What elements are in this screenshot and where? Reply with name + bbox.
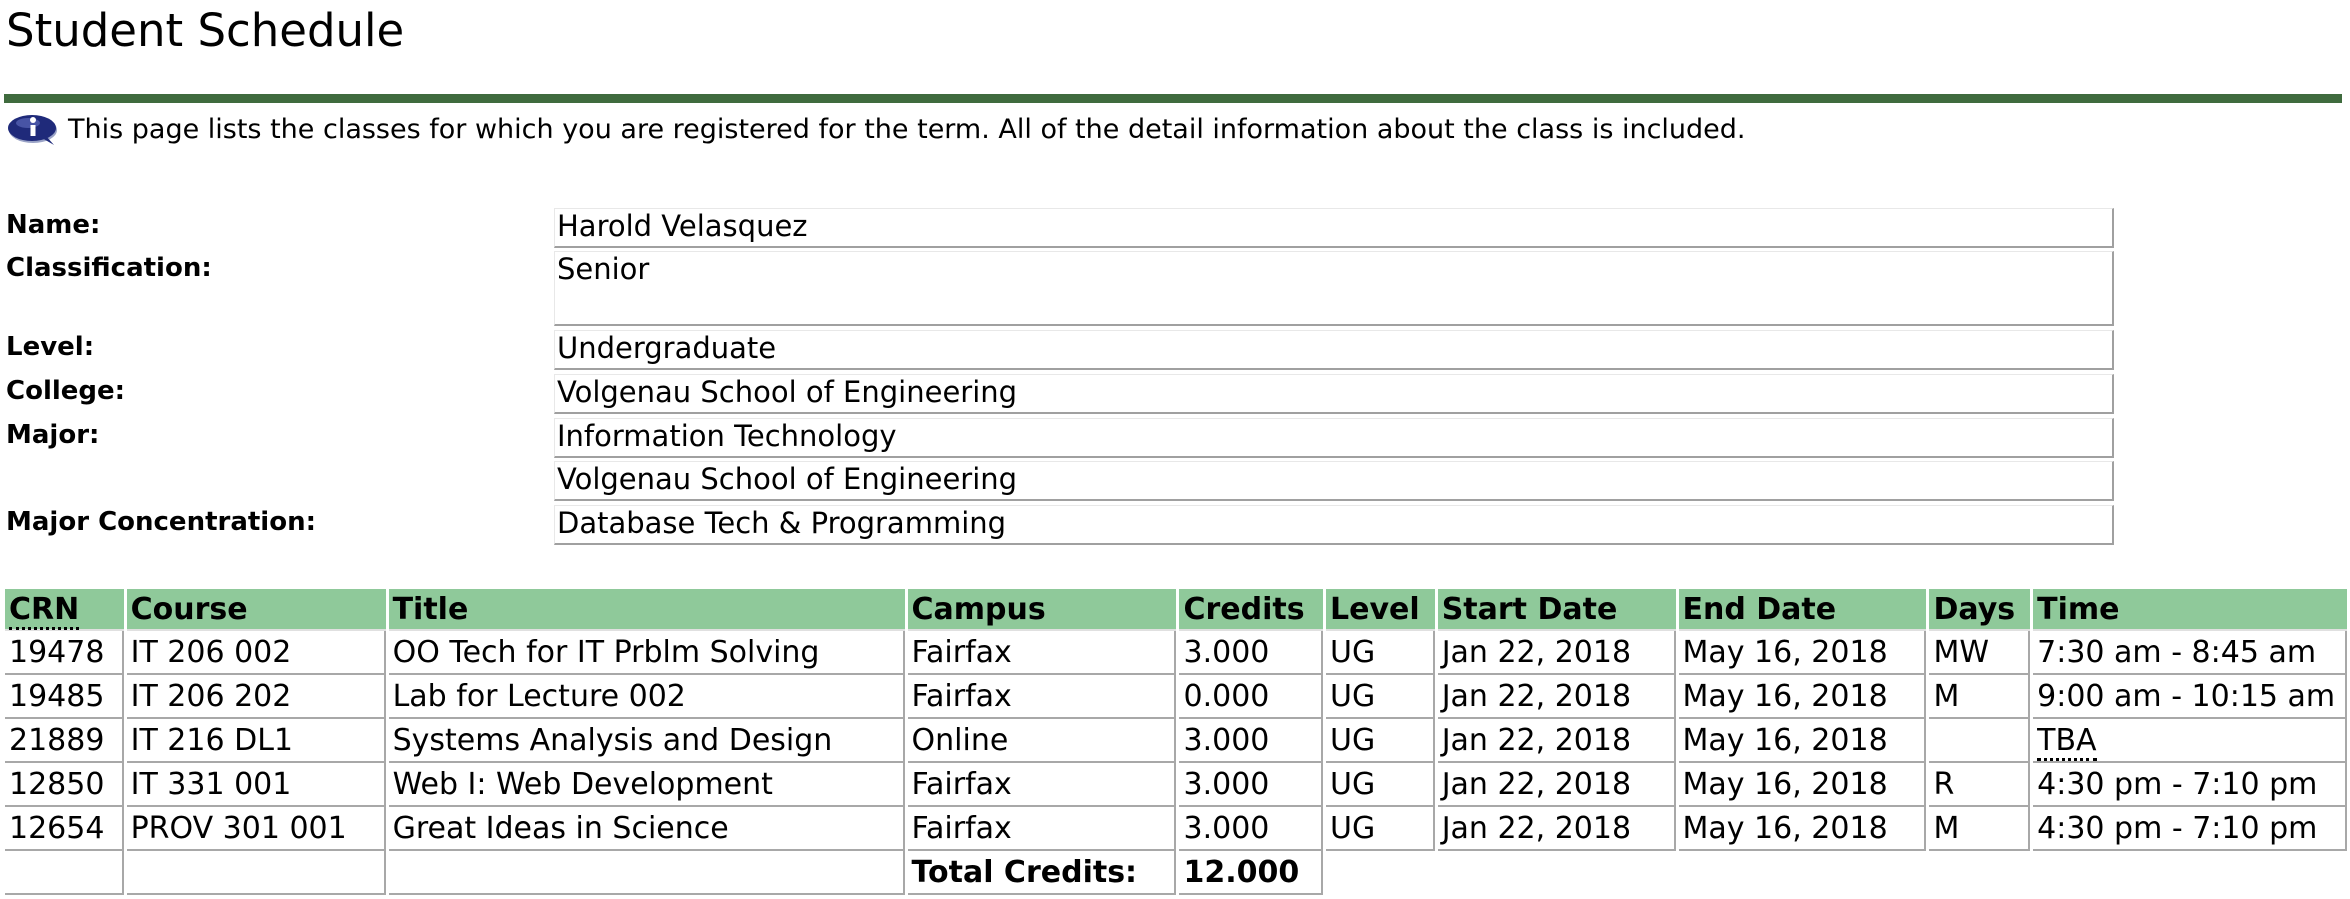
col-header-end-date: End Date [1678,589,1927,631]
cell-crn: 19485 [5,675,124,719]
col-header-course: Course [126,589,386,631]
col-header-credits: Credits [1179,589,1324,631]
cell-time: TBA [2033,719,2347,763]
cell-days: M [1929,675,2031,719]
col-header-start-date: Start Date [1437,589,1676,631]
cell-title: Web I: Web Development [388,763,905,807]
name-value: Harold Velasquez [554,208,2114,248]
cell-crn: 12850 [5,763,124,807]
name-label: Name: [6,210,101,240]
cell-level: UG [1326,807,1435,851]
college-label: College: [6,376,126,406]
schedule-header-row: CRN Course Title Campus Credits Level St… [5,589,2347,631]
total-credits-value: 12.000 [1179,851,1324,895]
cell-days: MW [1929,631,2031,675]
cell-level: UG [1326,763,1435,807]
info-message: This page lists the classes for which yo… [6,111,1746,147]
col-header-title: Title [388,589,905,631]
col-header-time: Time [2033,589,2347,631]
page-title: Student Schedule [6,4,405,57]
cell-days: M [1929,807,2031,851]
cell-course: IT 331 001 [126,763,386,807]
cell-credits: 3.000 [1179,631,1324,675]
cell-end-date: May 16, 2018 [1678,807,1927,851]
cell-campus: Fairfax [907,675,1177,719]
classification-label: Classification: [6,253,212,283]
table-row: 19478 IT 206 002 OO Tech for IT Prblm So… [5,631,2347,675]
table-row: 19485 IT 206 202 Lab for Lecture 002 Fai… [5,675,2347,719]
cell-course: IT 206 002 [126,631,386,675]
college-value: Volgenau School of Engineering [554,374,2114,414]
table-row: 12850 IT 331 001 Web I: Web Development … [5,763,2347,807]
total-row: Total Credits: 12.000 [5,851,2347,895]
cell-credits: 3.000 [1179,763,1324,807]
cell-start-date: Jan 22, 2018 [1437,807,1676,851]
cell-crn: 12654 [5,807,124,851]
cell-campus: Fairfax [907,631,1177,675]
col-header-days: Days [1929,589,2031,631]
major-value: Information Technology [554,418,2114,458]
cell-end-date: May 16, 2018 [1678,631,1927,675]
info-icon [6,111,60,147]
cell-start-date: Jan 22, 2018 [1437,719,1676,763]
cell-title: OO Tech for IT Prblm Solving [388,631,905,675]
cell-end-date: May 16, 2018 [1678,763,1927,807]
cell-credits: 3.000 [1179,719,1324,763]
cell-campus: Online [907,719,1177,763]
cell-start-date: Jan 22, 2018 [1437,631,1676,675]
cell-crn: 21889 [5,719,124,763]
cell-level: UG [1326,675,1435,719]
schedule-table: CRN Course Title Campus Credits Level St… [2,589,2350,895]
cell-crn: 19478 [5,631,124,675]
cell-start-date: Jan 22, 2018 [1437,675,1676,719]
cell-campus: Fairfax [907,807,1177,851]
level-label: Level: [6,332,95,362]
cell-level: UG [1326,631,1435,675]
cell-title: Great Ideas in Science [388,807,905,851]
table-row: 12654 PROV 301 001 Great Ideas in Scienc… [5,807,2347,851]
tba-abbr: TBA [2037,722,2097,761]
col-header-crn: CRN [5,589,124,631]
major-label: Major: [6,420,100,450]
cell-title: Lab for Lecture 002 [388,675,905,719]
cell-end-date: May 16, 2018 [1678,675,1927,719]
cell-time: 9:00 am - 10:15 am [2033,675,2347,719]
empty-cell [126,851,386,895]
level-value: Undergraduate [554,330,2114,370]
table-row: 21889 IT 216 DL1 Systems Analysis and De… [5,719,2347,763]
cell-time: 7:30 am - 8:45 am [2033,631,2347,675]
cell-title: Systems Analysis and Design [388,719,905,763]
cell-days [1929,719,2031,763]
cell-level: UG [1326,719,1435,763]
crn-abbr: CRN [9,591,80,630]
col-header-campus: Campus [907,589,1177,631]
classification-value: Senior [554,251,2114,326]
cell-time: 4:30 pm - 7:10 pm [2033,807,2347,851]
col-header-level: Level [1326,589,1435,631]
concentration-label: Major Concentration: [6,507,316,537]
total-credits-label: Total Credits: [907,851,1177,895]
cell-course: IT 206 202 [126,675,386,719]
empty-cell [388,851,905,895]
info-text: This page lists the classes for which yo… [68,113,1746,145]
title-divider [4,94,2342,103]
cell-campus: Fairfax [907,763,1177,807]
concentration-value: Database Tech & Programming [554,505,2114,545]
empty-cell [5,851,124,895]
cell-course: IT 216 DL1 [126,719,386,763]
cell-days: R [1929,763,2031,807]
cell-start-date: Jan 22, 2018 [1437,763,1676,807]
cell-end-date: May 16, 2018 [1678,719,1927,763]
major-college-value: Volgenau School of Engineering [554,461,2114,501]
cell-course: PROV 301 001 [126,807,386,851]
cell-credits: 0.000 [1179,675,1324,719]
cell-credits: 3.000 [1179,807,1324,851]
cell-time: 4:30 pm - 7:10 pm [2033,763,2347,807]
